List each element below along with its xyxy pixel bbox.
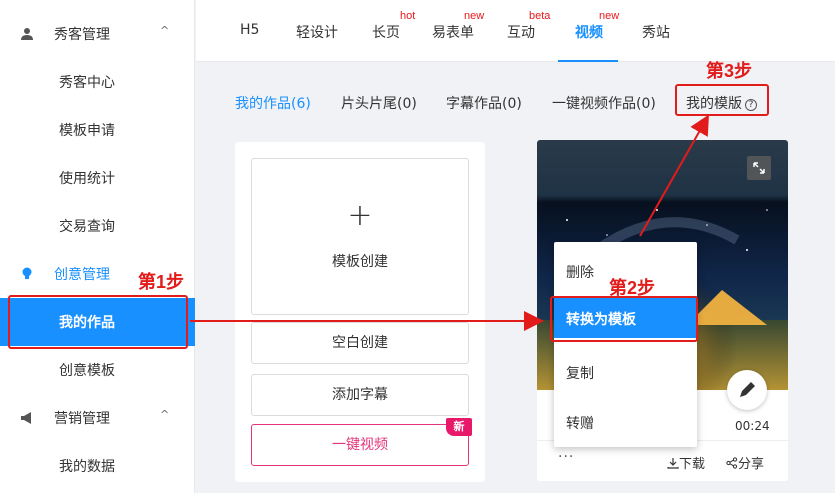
download-label: 下载 <box>679 457 706 472</box>
share-button[interactable]: 分享 <box>726 453 764 472</box>
more-icon[interactable]: ··· <box>558 449 574 465</box>
sidebar-item-label: 使用统计 <box>59 171 115 187</box>
expand-icon[interactable] <box>747 156 771 180</box>
lightbulb-icon <box>22 267 32 279</box>
blank-create-button[interactable]: 空白创建 <box>251 322 469 364</box>
sidebar-item-usage-stats[interactable]: 使用统计 <box>0 154 195 202</box>
menu-item-label: 转赠 <box>566 416 594 432</box>
edit-button[interactable] <box>727 370 767 410</box>
tab-site[interactable]: 秀站 <box>642 22 670 42</box>
download-button[interactable]: 下载 <box>667 453 705 472</box>
step2-highlight <box>550 296 698 342</box>
subtab-subtitle-works[interactable]: 字幕作品(0) <box>446 93 522 113</box>
active-tab-underline <box>558 60 618 62</box>
sidebar-item-label: 我的数据 <box>59 459 115 475</box>
step1-highlight <box>8 295 188 349</box>
sidebar-group-label: 创意管理 <box>54 267 110 283</box>
sidebar-item-label: 交易查询 <box>59 219 115 235</box>
sidebar-item-template-apply[interactable]: 模板申请 <box>0 106 195 154</box>
sidebar-item-label: 秀客中心 <box>59 75 115 91</box>
subtab-my-works[interactable]: 我的作品(6) <box>235 93 311 113</box>
pencil-icon <box>740 382 755 397</box>
step3-label: 第3步 <box>706 61 753 81</box>
share-icon <box>726 457 738 469</box>
tab-long-page[interactable]: 长页 <box>372 22 400 42</box>
sidebar-item-creative-templates[interactable]: 创意模板 <box>0 346 195 394</box>
menu-item-transfer[interactable]: 转赠 <box>554 396 697 446</box>
template-create-button[interactable]: + 模板创建 <box>251 158 469 315</box>
step2-label: 第2步 <box>609 278 656 298</box>
sidebar-item-label: 模板申请 <box>59 123 115 139</box>
megaphone-icon <box>21 412 31 424</box>
sidebar-group-marketing[interactable]: 营销管理 ^ <box>0 394 195 442</box>
menu-item-label: 复制 <box>566 366 594 382</box>
step1-label: 第1步 <box>138 272 185 292</box>
hot-badge: hot <box>400 10 416 22</box>
top-tab-bar: H5 轻设计 长页 易表单 互动 视频 秀站 hot new beta new <box>196 0 835 62</box>
add-subtitle-button[interactable]: 添加字幕 <box>251 374 469 416</box>
video-duration: 00:24 <box>735 419 770 433</box>
tab-form[interactable]: 易表单 <box>432 22 474 42</box>
one-click-video-button[interactable]: 一键视频 <box>251 424 469 466</box>
sidebar-group-label: 营销管理 <box>54 411 110 427</box>
user-icon <box>21 28 33 40</box>
beta-badge: beta <box>529 10 551 22</box>
sidebar: 秀客管理 ^ 秀客中心 模板申请 使用统计 交易查询 创意管理 我的作品 创意模… <box>0 0 195 493</box>
step3-highlight <box>675 84 769 116</box>
menu-item-copy[interactable]: 复制 <box>554 346 697 396</box>
sidebar-group-label: 秀客管理 <box>54 27 110 43</box>
new-badge: new <box>464 10 485 22</box>
sidebar-item-transactions[interactable]: 交易查询 <box>0 202 195 250</box>
sidebar-item-label: 创意模板 <box>59 363 115 379</box>
new-tag: 新 <box>446 418 472 436</box>
menu-item-label: 删除 <box>566 265 594 281</box>
sidebar-item-xiuke-center[interactable]: 秀客中心 <box>0 58 195 106</box>
template-create-label: 模板创建 <box>332 254 388 270</box>
download-icon <box>667 458 679 469</box>
chevron-up-icon: ^ <box>160 408 170 421</box>
share-label: 分享 <box>738 457 765 472</box>
sidebar-group-xiuke[interactable]: 秀客管理 ^ <box>0 10 195 58</box>
plus-icon: + <box>347 198 373 233</box>
subtab-one-click-video[interactable]: 一键视频作品(0) <box>552 93 656 113</box>
chevron-up-icon: ^ <box>160 24 170 37</box>
tab-light-design[interactable]: 轻设计 <box>296 22 338 42</box>
new-badge: new <box>599 10 620 22</box>
tab-interactive[interactable]: 互动 <box>507 22 535 42</box>
subtab-intro-outro[interactable]: 片头片尾(0) <box>341 93 417 113</box>
tab-h5[interactable]: H5 <box>240 22 259 38</box>
tab-video[interactable]: 视频 <box>575 22 603 42</box>
sidebar-item-my-data[interactable]: 我的数据 <box>0 442 195 490</box>
more-menu: 删除 转换为模板 复制 转赠 <box>554 242 697 447</box>
